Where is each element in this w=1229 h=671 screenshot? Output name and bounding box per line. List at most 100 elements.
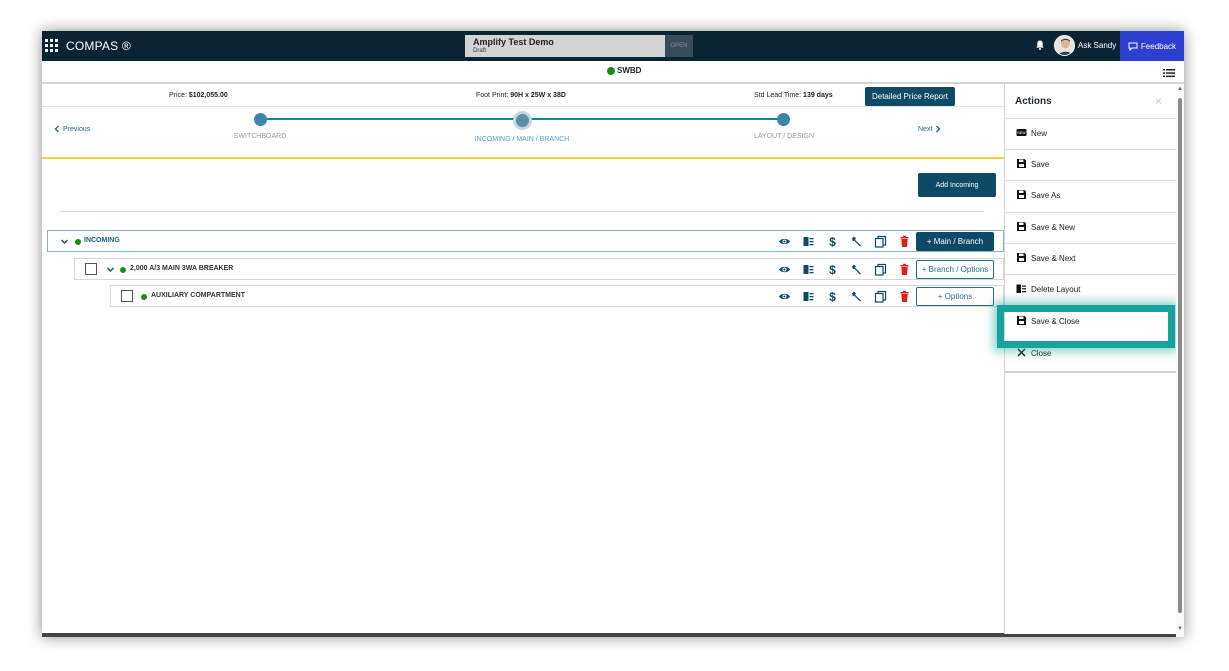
tree-row-label: AUXILIARY COMPARTMENT bbox=[151, 292, 245, 299]
action-label: Save bbox=[1031, 160, 1050, 169]
save-icon bbox=[1017, 222, 1026, 231]
add-incoming-button[interactable]: Add Incoming bbox=[918, 173, 996, 197]
chevron-right-icon bbox=[936, 125, 941, 133]
actions-panel-title: Actions bbox=[1015, 96, 1052, 107]
chevron-down-icon[interactable] bbox=[106, 265, 115, 274]
eye-icon[interactable] bbox=[778, 235, 791, 248]
eye-icon[interactable] bbox=[778, 263, 791, 276]
action-delete-layout[interactable]: Delete Layout bbox=[1005, 274, 1177, 305]
action-save[interactable]: Save bbox=[1005, 149, 1177, 180]
save-icon bbox=[1017, 159, 1026, 168]
dollar-icon[interactable]: $ bbox=[826, 263, 839, 276]
avatar[interactable] bbox=[1054, 35, 1075, 56]
document-status: Draft bbox=[473, 48, 487, 54]
feedback-button[interactable]: Feedback bbox=[1120, 31, 1184, 61]
action-save-next[interactable]: Save & Next bbox=[1005, 243, 1177, 274]
product-label: SWBD bbox=[617, 66, 642, 75]
price-value: $102,055.00 bbox=[188, 92, 228, 99]
action-label: Save & Next bbox=[1031, 254, 1076, 263]
workflow-stepper: Previous SWITCHBOARD INCOMING / MAIN / B… bbox=[42, 108, 1004, 159]
wrench-icon[interactable] bbox=[850, 263, 863, 276]
layout-icon[interactable] bbox=[802, 235, 815, 248]
trash-icon[interactable] bbox=[898, 235, 911, 248]
panel-scrollbar[interactable]: ▲ ▼ bbox=[1176, 84, 1184, 637]
previous-label: Previous bbox=[63, 125, 91, 133]
step-layout-dot[interactable] bbox=[777, 113, 790, 126]
svg-text:$: $ bbox=[829, 235, 836, 248]
step-switchboard-dot[interactable] bbox=[254, 113, 267, 126]
tree-row-incoming[interactable]: INCOMING $ + Main / Branch bbox=[47, 230, 1004, 252]
add-main-branch-button[interactable]: + Main / Branch bbox=[916, 232, 994, 251]
copy-icon[interactable] bbox=[874, 290, 887, 303]
scrollbar-thumb[interactable] bbox=[1178, 98, 1182, 613]
next-link[interactable]: Next bbox=[918, 125, 941, 133]
footprint-summary: Foot Print: 90H x 25W x 38D bbox=[476, 92, 566, 99]
action-label: New bbox=[1031, 129, 1048, 138]
chevron-down-icon[interactable] bbox=[60, 237, 69, 246]
status-dot-icon bbox=[75, 239, 81, 245]
document-selector[interactable]: Amplify Test Demo Draft bbox=[465, 35, 665, 57]
scroll-up-icon[interactable]: ▲ bbox=[1177, 86, 1183, 92]
trash-icon[interactable] bbox=[898, 263, 911, 276]
step-layout-label[interactable]: LAYOUT / DESIGN bbox=[714, 133, 854, 140]
avatar-icon bbox=[1055, 36, 1074, 55]
lead-time-label: Std Lead Time: bbox=[754, 92, 802, 99]
next-label: Next bbox=[918, 125, 933, 133]
row-checkbox[interactable] bbox=[121, 290, 133, 302]
app-brand: COMPAS ® bbox=[66, 39, 131, 53]
scroll-down-icon[interactable]: ▼ bbox=[1177, 626, 1183, 632]
action-label: Save As bbox=[1031, 191, 1061, 200]
lead-time-summary: Std Lead Time: 139 days bbox=[754, 92, 833, 99]
add-options-button[interactable]: + Options bbox=[916, 287, 994, 306]
previous-link[interactable]: Previous bbox=[54, 125, 90, 133]
status-dot-icon bbox=[607, 66, 615, 75]
product-indicator: SWBD bbox=[607, 66, 641, 75]
divider bbox=[60, 211, 984, 212]
action-new[interactable]: NEW New bbox=[1005, 118, 1177, 149]
step-incoming-label[interactable]: INCOMING / MAIN / BRANCH bbox=[452, 136, 592, 143]
layout-icon[interactable] bbox=[802, 290, 815, 303]
new-icon: NEW bbox=[1016, 129, 1027, 136]
status-dot-icon bbox=[120, 267, 126, 273]
copy-icon[interactable] bbox=[874, 263, 887, 276]
list-menu-icon[interactable] bbox=[1163, 68, 1175, 78]
feedback-label: Feedback bbox=[1140, 41, 1177, 51]
trash-icon[interactable] bbox=[898, 290, 911, 303]
tree-row-main-breaker[interactable]: 2,000 A/3 MAIN 3WA BREAKER $ + Branch / … bbox=[74, 258, 1004, 280]
action-save-as[interactable]: Save As bbox=[1005, 180, 1177, 211]
dollar-icon[interactable]: $ bbox=[826, 235, 839, 248]
bell-icon[interactable] bbox=[1034, 39, 1046, 51]
svg-text:$: $ bbox=[829, 290, 836, 303]
add-branch-options-button[interactable]: + Branch / Options bbox=[916, 260, 994, 279]
copy-icon[interactable] bbox=[874, 235, 887, 248]
close-icon[interactable]: × bbox=[1155, 94, 1162, 108]
step-switchboard-label[interactable]: SWITCHBOARD bbox=[190, 133, 330, 140]
detailed-price-report-button[interactable]: Detailed Price Report bbox=[865, 87, 955, 106]
wrench-icon[interactable] bbox=[850, 290, 863, 303]
top-navigation-bar: COMPAS ® Amplify Test Demo Draft OPEN As… bbox=[42, 31, 1184, 61]
save-icon bbox=[1017, 190, 1026, 199]
app-grid-icon[interactable] bbox=[45, 39, 58, 52]
close-icon bbox=[1017, 348, 1026, 357]
dollar-icon[interactable]: $ bbox=[826, 290, 839, 303]
footprint-label: Foot Print: bbox=[476, 92, 509, 99]
eye-icon[interactable] bbox=[778, 290, 791, 303]
chevron-left-icon bbox=[54, 125, 59, 133]
tree-row-auxiliary[interactable]: AUXILIARY COMPARTMENT $ + Options bbox=[110, 285, 1004, 307]
row-checkbox[interactable] bbox=[85, 263, 97, 275]
save-close-highlight bbox=[997, 305, 1175, 348]
ask-sandy-link[interactable]: Ask Sandy bbox=[1078, 41, 1116, 50]
open-badge[interactable]: OPEN bbox=[665, 35, 693, 57]
price-label: Price: bbox=[169, 92, 187, 99]
price-summary: Price: $102,055.00 bbox=[169, 92, 228, 99]
wrench-icon[interactable] bbox=[850, 235, 863, 248]
save-icon bbox=[1017, 253, 1026, 262]
document-title: Amplify Test Demo bbox=[473, 37, 554, 47]
layout-icon[interactable] bbox=[802, 263, 815, 276]
action-save-new[interactable]: Save & New bbox=[1005, 212, 1177, 243]
action-label: Close bbox=[1031, 349, 1052, 358]
actions-panel: Actions × NEW New Save Save As Save & Ne… bbox=[1004, 84, 1177, 634]
step-incoming-dot[interactable] bbox=[516, 114, 529, 127]
delete-layout-icon bbox=[1016, 284, 1026, 293]
tree-row-label: INCOMING bbox=[84, 237, 120, 244]
